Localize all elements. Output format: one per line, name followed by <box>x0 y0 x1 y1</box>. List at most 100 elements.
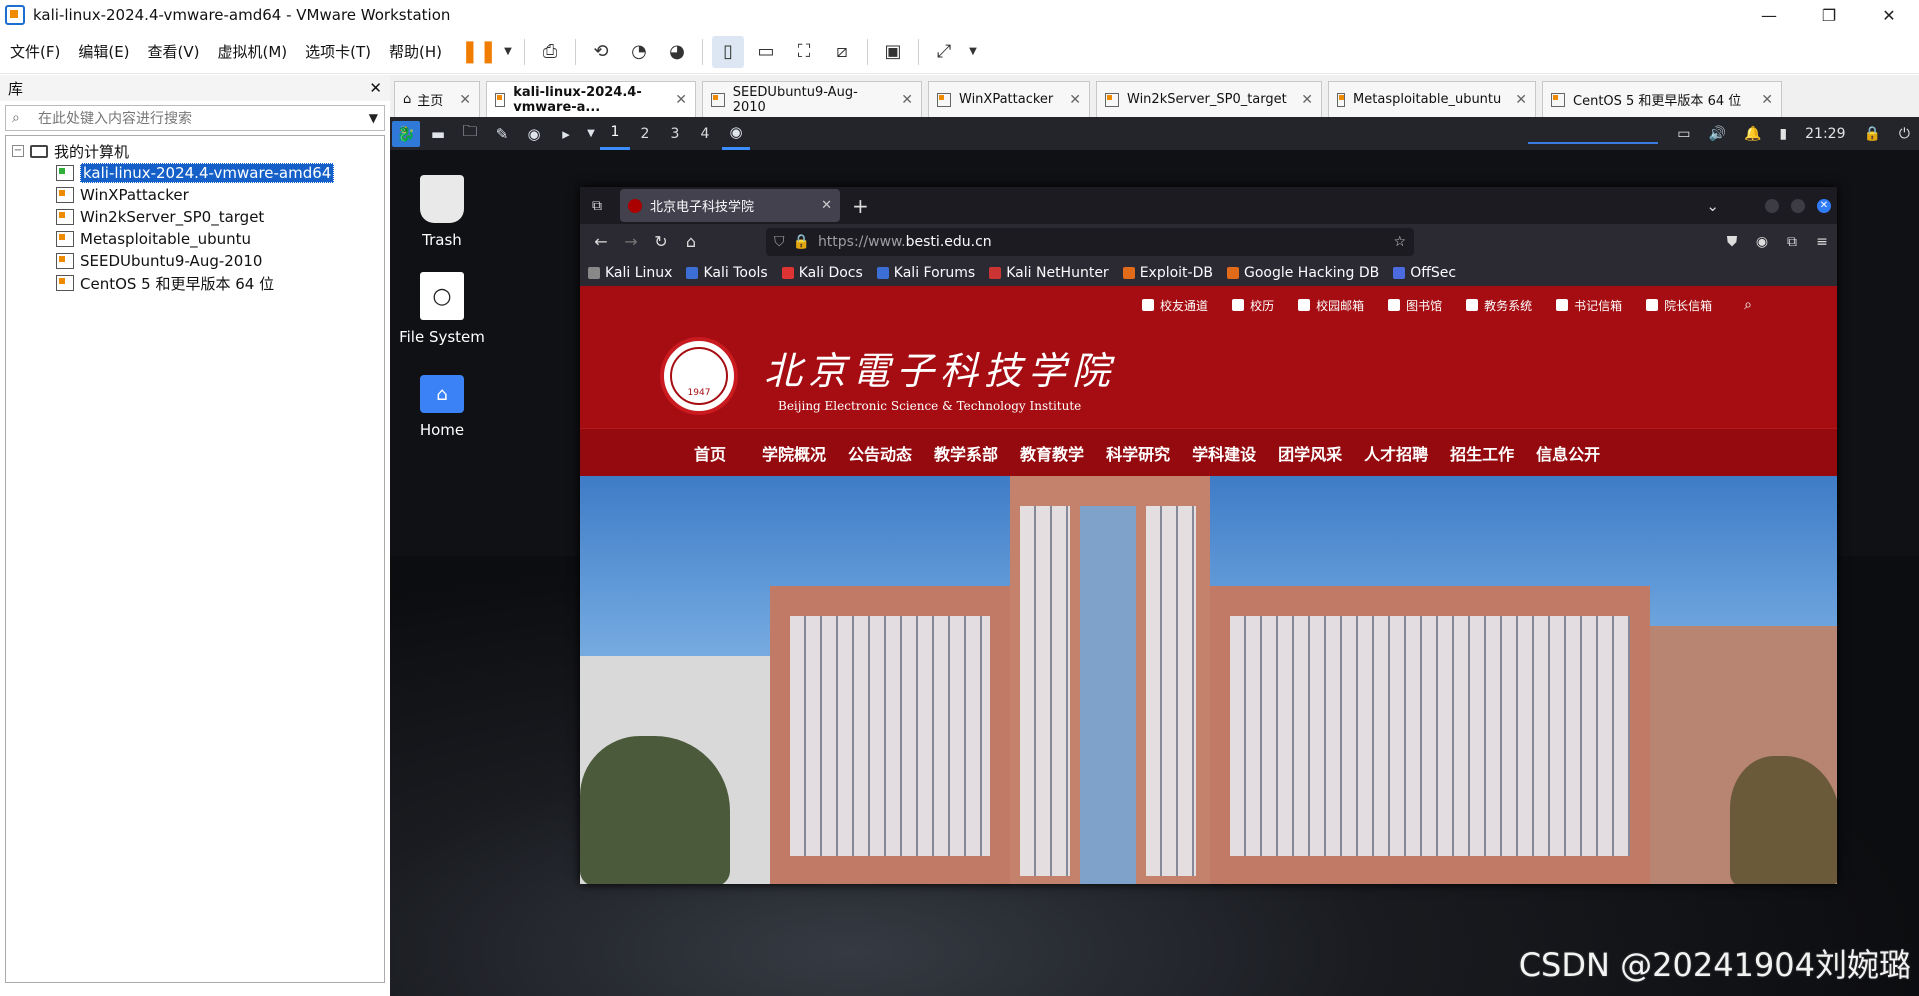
tree-root[interactable]: − 我的计算机 <box>12 140 378 162</box>
pause-icon[interactable]: ❚❚ <box>461 36 498 68</box>
power-icon[interactable]: ⏻ <box>1899 126 1910 142</box>
tab-home[interactable]: ⌂ 主页 ✕ <box>394 81 480 117</box>
tab-seed[interactable]: SEEDUbuntu9-Aug-2010 ✕ <box>702 81 922 117</box>
tree-item-seed[interactable]: SEEDUbuntu9-Aug-2010 <box>56 250 378 272</box>
menu-tabs[interactable]: 选项卡(T) <box>297 41 379 62</box>
nav-news[interactable]: 公告动态 <box>848 441 912 465</box>
nav-disciplines[interactable]: 学科建设 <box>1192 441 1256 465</box>
reload-icon[interactable]: ↻ <box>646 232 676 251</box>
menu-edit[interactable]: 编辑(E) <box>70 41 137 62</box>
back-icon[interactable]: ← <box>586 232 616 251</box>
nav-education[interactable]: 教育教学 <box>1020 441 1084 465</box>
site-search-icon[interactable]: ⌕ <box>1744 297 1752 313</box>
thumbnail-bar-icon[interactable]: ▭ <box>750 36 782 68</box>
tab-list-icon[interactable]: ⧉ <box>580 198 614 214</box>
bookmark-kali-forums[interactable]: Kali Forums <box>876 265 975 281</box>
url-bar[interactable]: ⛉ 🔒 https://www. besti.edu.cn ☆ <box>766 227 1414 256</box>
padlock-icon[interactable]: 🔒 <box>793 234 810 250</box>
unity-icon[interactable]: ⧄ <box>826 36 858 68</box>
desktop-icon-trash[interactable]: Trash <box>390 175 502 249</box>
collapse-icon[interactable]: − <box>12 145 24 157</box>
maximize-icon[interactable] <box>1791 198 1805 213</box>
display-icon[interactable]: ▭ <box>1677 126 1690 142</box>
file-manager-icon[interactable]: 🗀 <box>456 121 484 147</box>
bookmark-kali-nethunter[interactable]: Kali NetHunter <box>989 265 1109 281</box>
library-search-input[interactable]: ⌕ 在此处键入内容进行搜索 ▼ <box>5 105 385 131</box>
tab-close-icon[interactable]: ✕ <box>661 92 687 108</box>
snapshot-icon[interactable]: ⟲ <box>585 36 617 68</box>
tab-close-icon[interactable]: ✕ <box>1055 92 1081 108</box>
nav-home[interactable]: 首页 <box>680 441 740 465</box>
tab-close-icon[interactable]: ✕ <box>445 92 471 108</box>
full-screen-icon[interactable]: ⛶ <box>788 36 820 68</box>
desktop-icon-file-system[interactable]: ○ File System <box>390 272 502 346</box>
tab-win2k[interactable]: Win2kServer_SP0_target ✕ <box>1096 81 1322 117</box>
nav-departments[interactable]: 教学系部 <box>934 441 998 465</box>
link-calendar[interactable]: 校历 <box>1232 297 1274 314</box>
firefox-launcher-icon[interactable]: ◉ <box>520 121 548 147</box>
console-view-icon[interactable]: ▣ <box>877 36 909 68</box>
tree-item-win2k[interactable]: Win2kServer_SP0_target <box>56 206 378 228</box>
nav-recruitment[interactable]: 人才招聘 <box>1364 441 1428 465</box>
account-icon[interactable]: ◉ <box>1747 234 1777 250</box>
clock[interactable]: 21:29 <box>1805 126 1845 142</box>
tree-item-metasploitable[interactable]: Metasploitable_ubuntu <box>56 228 378 250</box>
text-editor-icon[interactable]: ✎ <box>488 121 516 147</box>
link-mail[interactable]: 校园邮箱 <box>1298 297 1364 314</box>
show-library-icon[interactable]: ▯ <box>712 35 745 68</box>
tab-winxp[interactable]: WinXPattacker ✕ <box>928 81 1090 117</box>
link-secretary-mailbox[interactable]: 书记信箱 <box>1556 297 1622 314</box>
minimize-icon[interactable] <box>1765 198 1779 213</box>
shield-icon[interactable]: ⛉ <box>774 234 785 250</box>
snapshot-manager-icon[interactable]: ◕ <box>661 36 693 68</box>
send-ctrl-alt-del-icon[interactable]: ⎙ <box>534 36 566 68</box>
show-desktop-icon[interactable]: ▬ <box>424 121 452 147</box>
new-tab-icon[interactable]: + <box>852 194 869 218</box>
menu-view[interactable]: 查看(V) <box>140 41 208 62</box>
library-close-icon[interactable]: ✕ <box>369 79 382 97</box>
nav-admissions[interactable]: 招生工作 <box>1450 441 1514 465</box>
bookmark-star-icon[interactable]: ☆ <box>1393 234 1406 250</box>
pause-dropdown-icon[interactable]: ▼ <box>501 36 515 68</box>
nav-student-life[interactable]: 团学风采 <box>1278 441 1342 465</box>
revert-snapshot-icon[interactable]: ◔ <box>623 36 655 68</box>
volume-icon[interactable]: 🔊 <box>1709 126 1726 142</box>
bookmark-offsec[interactable]: OffSec <box>1393 265 1456 281</box>
menu-help[interactable]: 帮助(H) <box>381 41 450 62</box>
lock-icon[interactable]: 🔒 <box>1863 126 1880 142</box>
close-icon[interactable]: ✕ <box>1817 198 1831 213</box>
link-alumni[interactable]: 校友通道 <box>1142 297 1208 314</box>
tab-close-icon[interactable]: ✕ <box>1287 92 1313 108</box>
battery-icon[interactable]: ▮ <box>1779 126 1787 142</box>
browser-tab[interactable]: 北京电子科技学院 ✕ <box>620 189 840 222</box>
notification-icon[interactable]: 🔔 <box>1744 126 1761 142</box>
link-academic[interactable]: 教务系统 <box>1466 297 1532 314</box>
nav-research[interactable]: 科学研究 <box>1106 441 1170 465</box>
tab-metasploitable[interactable]: Metasploitable_ubuntu ✕ <box>1328 81 1536 117</box>
menu-file[interactable]: 文件(F) <box>2 41 68 62</box>
chevron-down-icon[interactable]: ▼ <box>584 121 598 147</box>
tree-item-centos[interactable]: CentOS 5 和更早版本 64 位 <box>56 272 378 294</box>
nav-about[interactable]: 学院概况 <box>762 441 826 465</box>
firefox-taskbar-icon[interactable]: ◉ <box>722 117 750 150</box>
workspace-2[interactable]: 2 <box>630 117 660 150</box>
tab-kali[interactable]: kali-linux-2024.4-vmware-a... ✕ <box>486 81 696 117</box>
tab-close-icon[interactable]: ✕ <box>821 198 832 213</box>
home-icon[interactable]: ⌂ <box>676 232 706 251</box>
link-library[interactable]: 图书馆 <box>1388 297 1442 314</box>
close-icon[interactable]: ✕ <box>1859 0 1919 30</box>
guest-display[interactable]: 🐉 ▬ 🗀 ✎ ◉ ▸ ▼ 1 2 3 4 ◉ ▭ 🔊 🔔 ▮ 21:29 🔒 … <box>390 117 1919 996</box>
pocket-icon[interactable]: ⛊ <box>1717 234 1747 250</box>
tab-close-icon[interactable]: ✕ <box>1747 92 1773 108</box>
tab-close-icon[interactable]: ✕ <box>887 92 913 108</box>
hamburger-menu-icon[interactable]: ≡ <box>1807 234 1837 250</box>
workspace-4[interactable]: 4 <box>690 117 720 150</box>
bookmark-kali-docs[interactable]: Kali Docs <box>781 265 863 281</box>
link-president-mailbox[interactable]: 院长信箱 <box>1646 297 1712 314</box>
chevron-down-icon[interactable]: ▼ <box>369 111 378 125</box>
bookmark-kali-linux[interactable]: Kali Linux <box>588 265 672 281</box>
tab-centos[interactable]: CentOS 5 和更早版本 64 位 ✕ <box>1542 81 1782 117</box>
tree-item-winxp[interactable]: WinXPattacker <box>56 184 378 206</box>
kali-menu-icon[interactable]: 🐉 <box>392 120 420 147</box>
tab-close-icon[interactable]: ✕ <box>1501 92 1527 108</box>
